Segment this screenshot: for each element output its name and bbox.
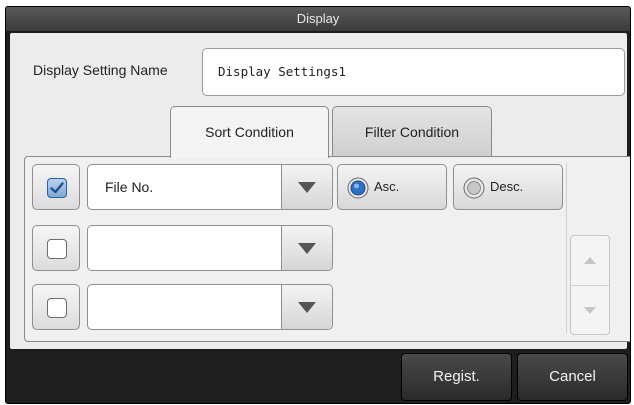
scroll-up-button[interactable] [571, 236, 609, 286]
radio-selected-icon [347, 177, 369, 199]
scroll-down-button[interactable] [571, 286, 609, 335]
scroll-down-icon [584, 307, 596, 314]
sort-list-scrollbar[interactable] [570, 235, 610, 335]
sort-row-1-field-value: File No. [105, 179, 154, 195]
sort-row-2-checkbox[interactable] [32, 225, 80, 271]
regist-button[interactable]: Regist. [401, 353, 512, 401]
asc-radio-button[interactable]: Asc. [337, 164, 447, 210]
dialog-title: Display [6, 7, 630, 31]
sort-row-3-dropdown-button[interactable] [281, 285, 332, 329]
checkbox-unchecked-box [47, 239, 67, 259]
dropdown-arrow-icon [298, 302, 316, 313]
dropdown-arrow-icon [298, 243, 316, 254]
display-dialog: Display Display Setting Name Display Set… [5, 6, 631, 404]
sort-row-1-checkbox[interactable] [32, 164, 80, 210]
tab-filter-condition[interactable]: Filter Condition [332, 106, 492, 157]
checkbox-checked-box [47, 178, 67, 198]
sort-row-3-field-select[interactable] [87, 284, 333, 330]
dropdown-arrow-icon [298, 182, 316, 193]
check-icon [50, 182, 64, 194]
desc-label: Desc. [490, 179, 524, 194]
sort-row-1-field-select[interactable]: File No. [87, 164, 333, 210]
desc-radio-button[interactable]: Desc. [453, 164, 563, 210]
sort-row-2-field-select[interactable] [87, 225, 333, 271]
scroll-divider [566, 163, 567, 333]
sort-row-1-dropdown-button[interactable] [281, 165, 332, 209]
sort-row-3-checkbox[interactable] [32, 284, 80, 330]
setting-name-input[interactable]: Display Settings1 [202, 48, 625, 96]
cancel-button[interactable]: Cancel [517, 353, 628, 401]
radio-unselected-icon [463, 177, 485, 199]
scroll-up-icon [584, 257, 596, 264]
sort-condition-panel: File No. Asc. Desc. [24, 156, 630, 342]
tab-sort-condition[interactable]: Sort Condition [170, 106, 329, 158]
checkbox-unchecked-box [47, 298, 67, 318]
sort-row-2-dropdown-button[interactable] [281, 226, 332, 270]
setting-name-label: Display Setting Name [33, 62, 168, 78]
asc-label: Asc. [374, 179, 400, 194]
